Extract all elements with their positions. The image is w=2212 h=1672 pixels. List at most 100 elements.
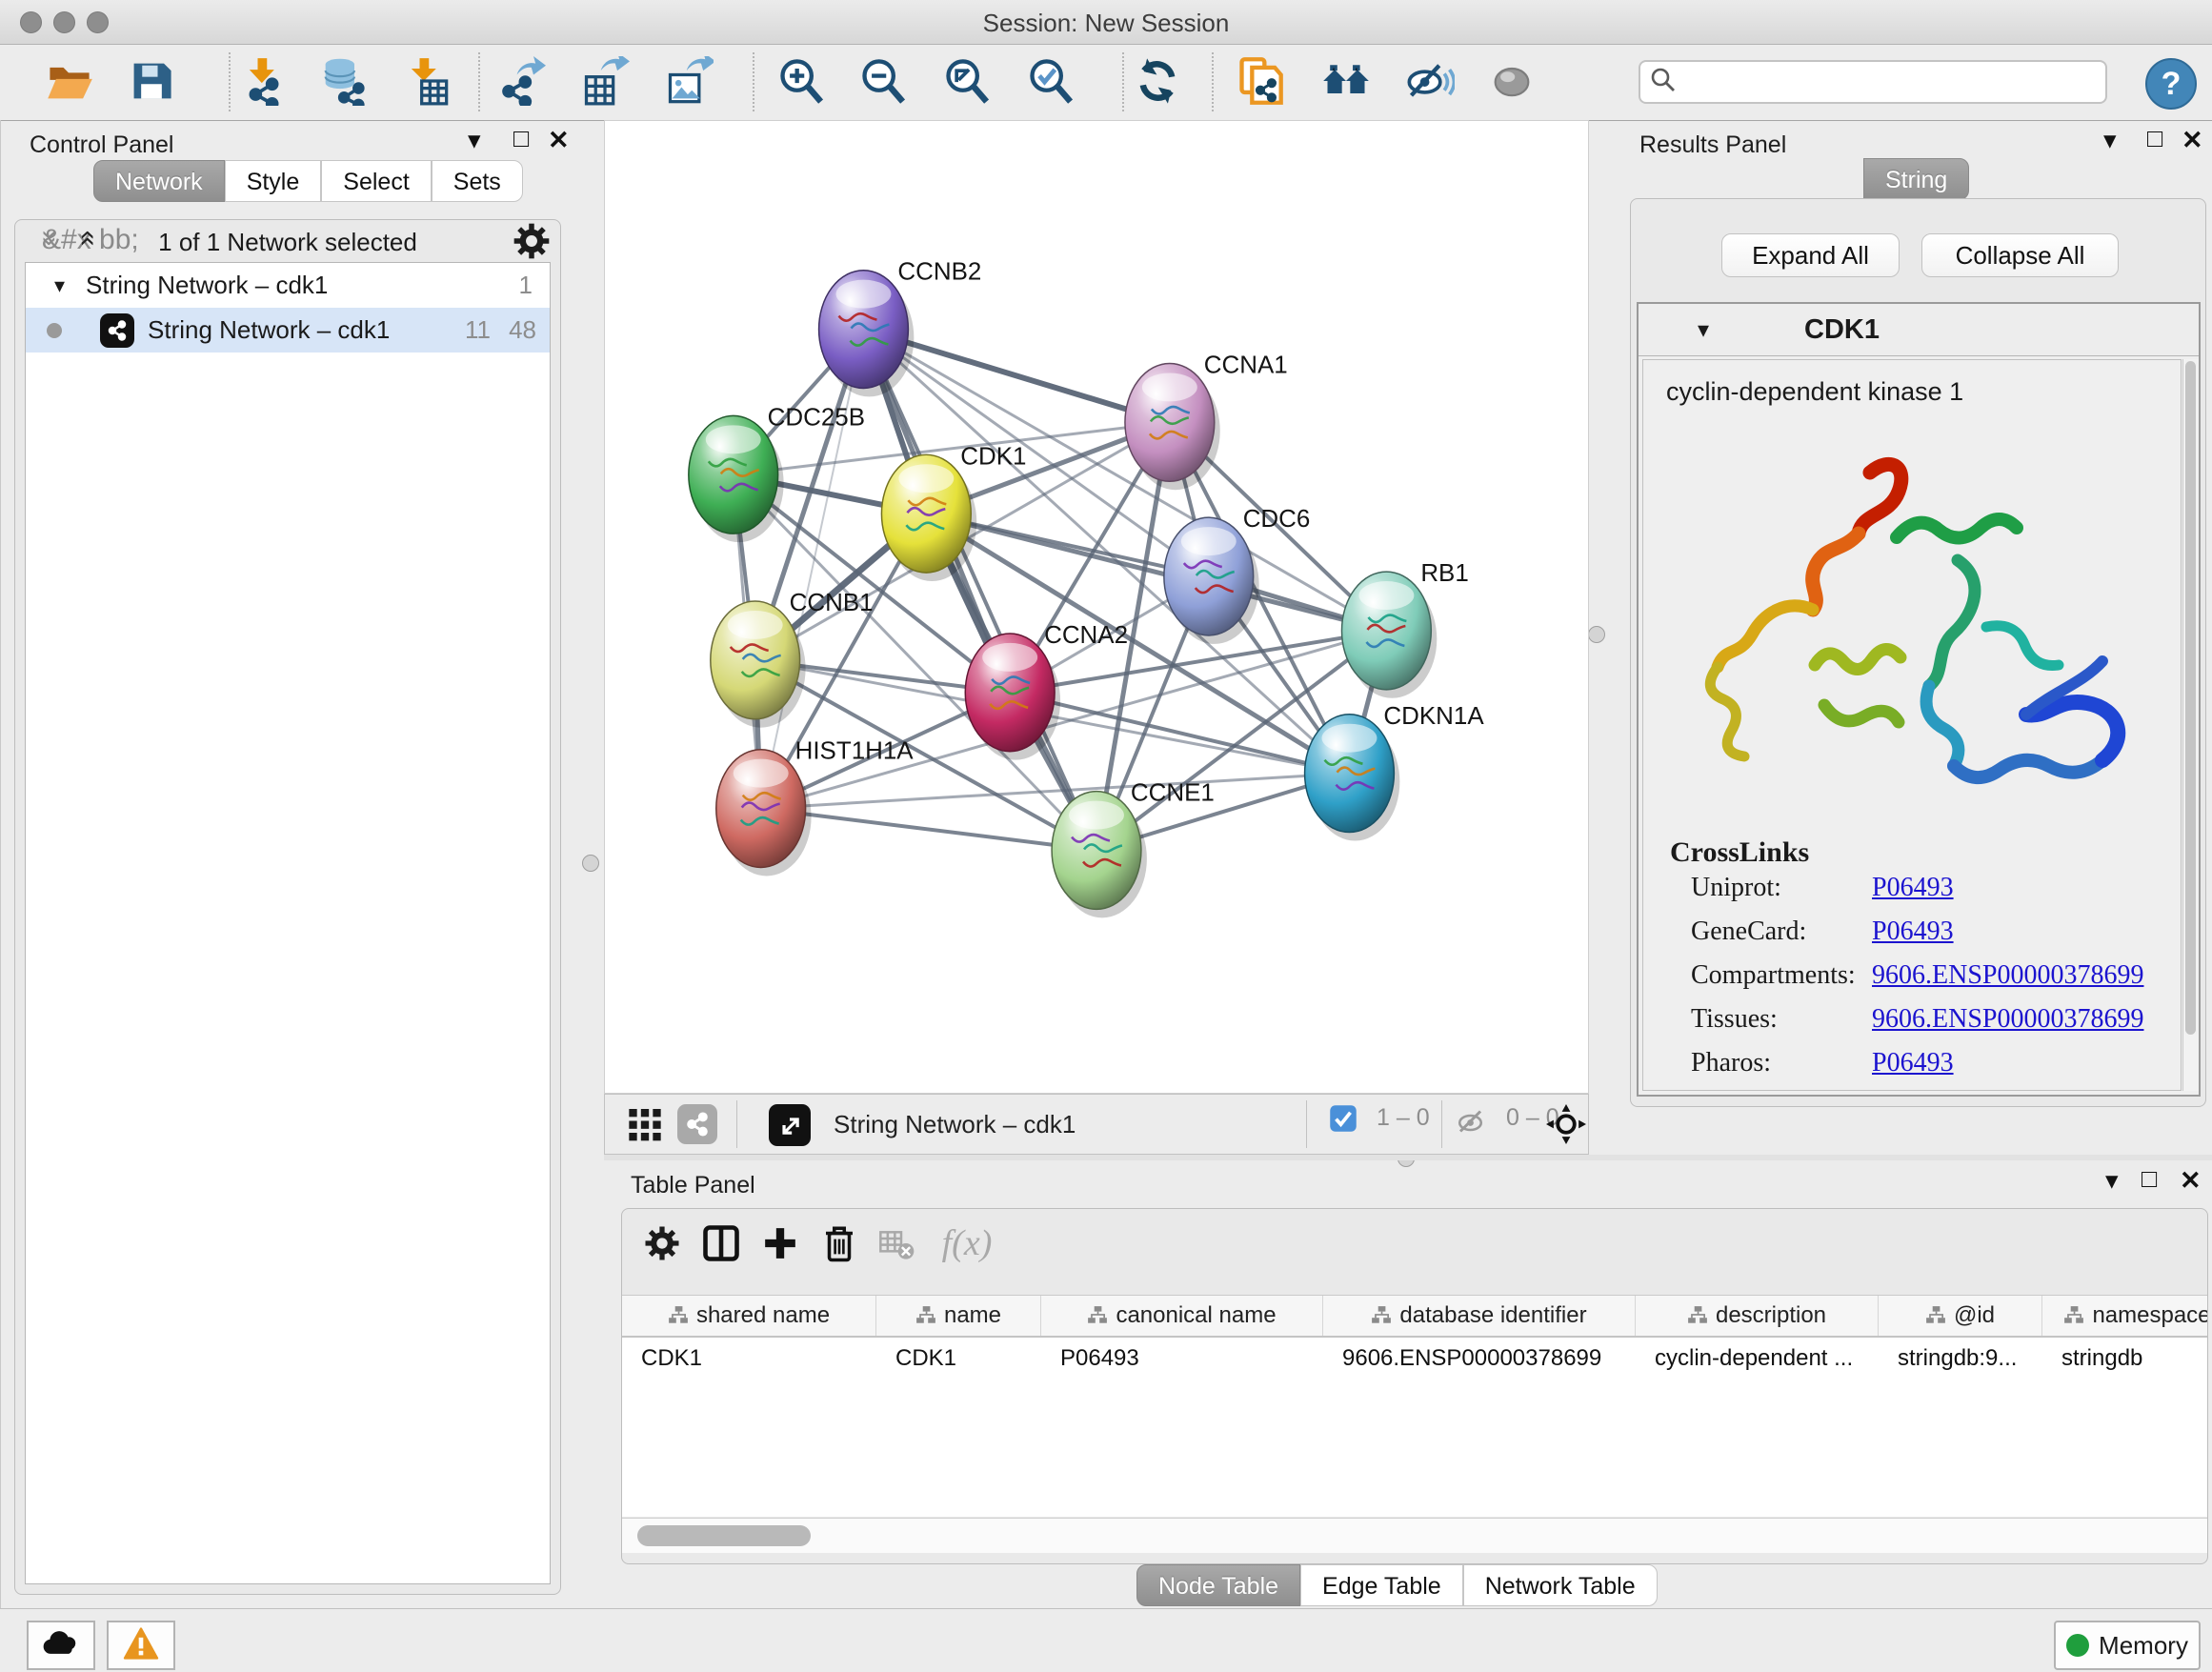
panel-menu-icon[interactable]: ▾ — [2105, 1166, 2119, 1196]
warning-button[interactable] — [107, 1621, 175, 1670]
table-horizontal-scrollbar[interactable] — [622, 1518, 2207, 1553]
add-column-icon[interactable] — [757, 1220, 803, 1266]
crosshair-icon[interactable] — [1546, 1104, 1586, 1144]
collapse-triangle-icon[interactable]: ▾ — [54, 273, 65, 298]
export-network-button[interactable] — [493, 56, 549, 110]
fit-content-button[interactable] — [939, 56, 995, 110]
results-scrollbar[interactable] — [2182, 359, 2199, 1091]
column-header-namespace[interactable]: namespace — [2042, 1296, 2208, 1336]
panel-float-icon[interactable]: □ — [2142, 1164, 2157, 1194]
results-scrollbar-thumb[interactable] — [2185, 361, 2196, 1035]
tab-edge-table[interactable]: Edge Table — [1300, 1564, 1463, 1606]
hide-selected-button[interactable] — [1402, 56, 1458, 110]
network-node-CCNE1[interactable]: CCNE1 — [1052, 780, 1215, 918]
column-header-database-identifier[interactable]: database identifier — [1323, 1296, 1636, 1336]
tab-network[interactable]: Network — [93, 160, 225, 202]
panel-close-icon[interactable]: ✕ — [548, 126, 570, 155]
column-header-shared-name[interactable]: shared name — [622, 1296, 876, 1336]
tab-network-table[interactable]: Network Table — [1463, 1564, 1658, 1606]
open-session-button[interactable] — [42, 56, 97, 110]
import-table-from-file-button[interactable] — [398, 56, 453, 110]
hidden-eye-icon[interactable] — [1455, 1104, 1489, 1138]
delete-table-icon[interactable] — [874, 1220, 919, 1266]
panel-float-icon[interactable]: □ — [2147, 124, 2162, 153]
clone-network-button[interactable] — [1233, 56, 1288, 110]
left-splitter-handle[interactable] — [582, 855, 599, 872]
import-network-from-database-button[interactable] — [314, 56, 370, 110]
import-network-from-file-button[interactable] — [236, 56, 292, 110]
crosslink-link[interactable]: P06493 — [1872, 1048, 1954, 1078]
string-home-button[interactable] — [1318, 56, 1374, 110]
tab-select[interactable]: Select — [321, 160, 431, 202]
network-edge[interactable] — [863, 330, 1096, 851]
table-cell[interactable]: stringdb:9... — [1879, 1338, 2042, 1380]
string-network-graph[interactable]: CCNB2CCNA1CDC25BCDK1CDC6RB1CCNB1CCNA2CDK… — [605, 121, 1588, 1093]
network-node-RB1[interactable]: RB1 — [1341, 560, 1468, 698]
apply-layout-button[interactable] — [1130, 56, 1185, 110]
network-node-CCNB2[interactable]: CCNB2 — [819, 259, 982, 397]
crosslink-link[interactable]: P06493 — [1872, 873, 1954, 903]
memory-button[interactable]: Memory — [2054, 1621, 2201, 1670]
gear-icon[interactable] — [639, 1220, 685, 1266]
column-header-name[interactable]: name — [876, 1296, 1041, 1336]
table-cell[interactable]: 9606.ENSP00000378699 — [1323, 1338, 1636, 1380]
right-splitter-handle[interactable] — [1588, 626, 1605, 643]
panel-float-icon[interactable]: □ — [513, 124, 529, 153]
table-row[interactable]: CDK1CDK1P064939606.ENSP00000378699cyclin… — [622, 1338, 2207, 1380]
show-columns-icon[interactable] — [698, 1220, 744, 1266]
network-node-CDKN1A[interactable]: CDKN1A — [1305, 703, 1485, 841]
tab-string[interactable]: String — [1863, 158, 1969, 200]
crosslink-link[interactable]: P06493 — [1872, 917, 1954, 947]
node-details-header[interactable]: ▾ CDK1 — [1639, 304, 2199, 356]
network-share-icon[interactable] — [677, 1104, 717, 1144]
crosslink-link[interactable]: 9606.ENSP00000378699 — [1872, 960, 2143, 991]
grid-view-icon[interactable] — [626, 1104, 664, 1142]
selected-checkbox-icon[interactable] — [1329, 1104, 1357, 1133]
network-node-HIST1H1A[interactable]: HIST1H1A — [716, 738, 915, 876]
panel-close-icon[interactable]: ✕ — [2182, 126, 2203, 155]
export-table-button[interactable] — [577, 56, 633, 110]
zoom-in-button[interactable] — [774, 56, 829, 110]
export-image-icon — [664, 56, 714, 111]
function-builder-icon[interactable]: f(x) — [929, 1220, 1005, 1266]
network-node-CCNA1[interactable]: CCNA1 — [1125, 352, 1288, 490]
panel-menu-icon[interactable]: ▾ — [468, 126, 481, 155]
panel-close-icon[interactable]: ✕ — [2180, 1166, 2202, 1196]
network-node-CCNB1[interactable]: CCNB1 — [711, 590, 874, 728]
table-cell[interactable]: CDK1 — [876, 1338, 1041, 1380]
collapse-triangle-icon[interactable]: ▾ — [1698, 316, 1709, 344]
table-cell[interactable]: stringdb — [2042, 1338, 2208, 1380]
delete-column-icon[interactable] — [816, 1220, 862, 1266]
crosslink-link[interactable]: 9606.ENSP00000378699 — [1872, 1004, 2143, 1035]
network-row-selected[interactable]: String Network – cdk1 11 48 — [26, 308, 550, 353]
table-scrollbar-thumb[interactable] — [637, 1525, 811, 1546]
panel-menu-icon[interactable]: ▾ — [2103, 126, 2117, 155]
cloud-button[interactable] — [27, 1621, 95, 1670]
birdseye-view-icon[interactable] — [769, 1104, 811, 1146]
gear-icon[interactable] — [511, 220, 553, 267]
table-cell[interactable]: cyclin-dependent ... — [1636, 1338, 1879, 1380]
zoom-selected-button[interactable] — [1023, 56, 1078, 110]
zoom-out-button[interactable] — [855, 56, 911, 110]
network-node-CCNA2[interactable]: CCNA2 — [965, 622, 1128, 760]
tab-style[interactable]: Style — [225, 160, 322, 202]
table-cell[interactable]: CDK1 — [622, 1338, 876, 1380]
show-hidden-button[interactable] — [1484, 56, 1539, 110]
export-image-button[interactable] — [661, 56, 716, 110]
crosslink-label: Uniprot: — [1691, 873, 1781, 902]
network-edge[interactable] — [761, 330, 864, 809]
help-button[interactable]: ? — [2145, 58, 2197, 110]
network-canvas[interactable]: CCNB2CCNA1CDC25BCDK1CDC6RB1CCNB1CCNA2CDK… — [604, 120, 1589, 1094]
table-cell[interactable]: P06493 — [1041, 1338, 1323, 1380]
collapse-all-button[interactable]: Collapse All — [1921, 233, 2119, 277]
network-collection-row[interactable]: ▾ String Network – cdk1 1 — [26, 263, 550, 308]
column-header-canonical-name[interactable]: canonical name — [1041, 1296, 1323, 1336]
tab-sets[interactable]: Sets — [432, 160, 523, 202]
column-header--id[interactable]: @id — [1879, 1296, 2042, 1336]
expand-all-button[interactable]: Expand All — [1721, 233, 1900, 277]
tab-node-table[interactable]: Node Table — [1136, 1564, 1300, 1606]
column-header-description[interactable]: description — [1636, 1296, 1879, 1336]
search-input[interactable] — [1684, 68, 2096, 96]
save-session-button[interactable] — [124, 56, 179, 110]
network-edge[interactable] — [926, 514, 1386, 631]
